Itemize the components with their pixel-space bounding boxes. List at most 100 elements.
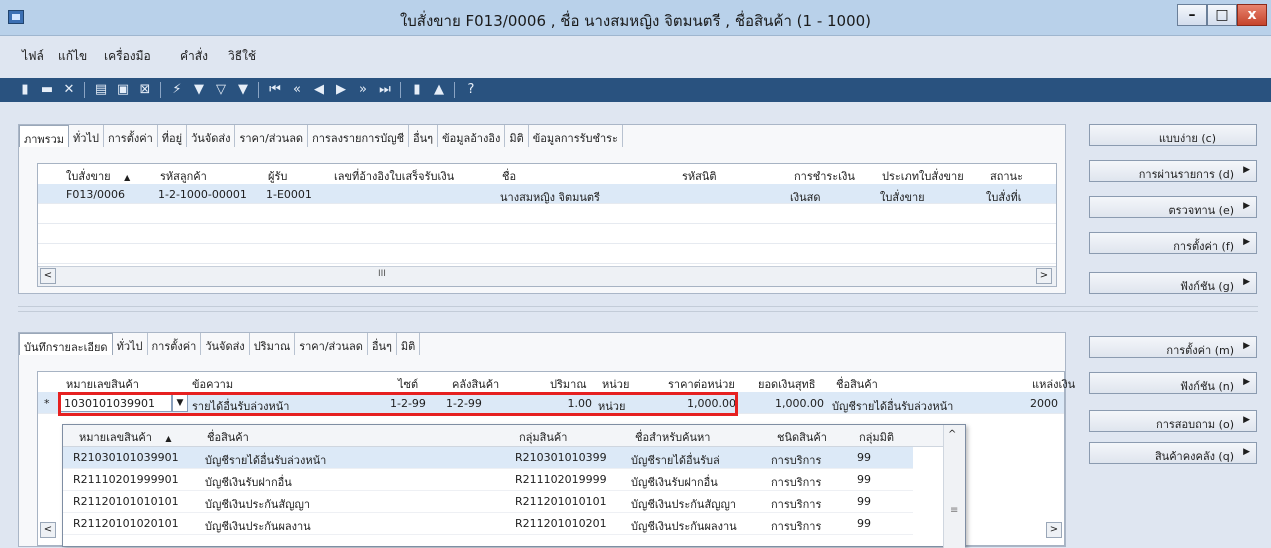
- setup-button[interactable]: การตั้งค่า (f) ▶: [1089, 232, 1257, 254]
- lookup-column-item-type[interactable]: ชนิดสินค้า: [773, 425, 827, 445]
- close-button[interactable]: x: [1237, 4, 1267, 26]
- scroll-thumb[interactable]: III: [378, 269, 386, 279]
- column-header-warehouse[interactable]: คลังสินค้า: [448, 372, 499, 392]
- tab-general[interactable]: ทั่วไป: [69, 125, 104, 147]
- prev-record-icon[interactable]: ◀: [312, 83, 326, 97]
- lookup-column-search-name[interactable]: ชื่อสำหรับค้นหา: [631, 425, 710, 445]
- column-header-item-name[interactable]: ชื่อสินค้า: [832, 372, 878, 392]
- column-header-sales-order[interactable]: ใบสั่งขาย ▲: [62, 164, 130, 184]
- line-function-button[interactable]: ฟังก์ชัน (n) ▶: [1089, 372, 1257, 394]
- lookup-column-dimension-group[interactable]: กลุ่มมิติ: [855, 425, 894, 445]
- column-header-order-type[interactable]: ประเภทใบสั่งขาย: [878, 164, 964, 184]
- column-header-recipient[interactable]: ผู้รับ: [264, 164, 287, 184]
- column-header-net-amount[interactable]: ยอดเงินสุทธิ: [754, 372, 816, 392]
- tab-reference[interactable]: ข้อมูลอ้างอิง: [438, 125, 506, 147]
- cell-net-amount[interactable]: 1,000.00: [748, 397, 824, 410]
- lookup-row[interactable]: R21110201999901 บัญชีเงินรับฝากอื่น R21110…: [63, 469, 913, 491]
- scroll-thumb-icon[interactable]: ≡: [950, 505, 958, 516]
- tab-line-general[interactable]: ทั่วไป: [113, 333, 148, 355]
- advanced-filter-icon[interactable]: ▽: [214, 83, 228, 97]
- column-header-site[interactable]: ไซต์: [394, 372, 418, 392]
- new-icon[interactable]: ▮: [18, 83, 32, 97]
- column-header-fund-source[interactable]: แหล่งเงิน: [1028, 372, 1075, 392]
- function-button[interactable]: ฟังก์ชัน (g) ▶: [1089, 272, 1257, 294]
- splitter[interactable]: [18, 306, 1258, 312]
- tab-line-price-discount[interactable]: ราคา/ส่วนลด: [295, 333, 368, 355]
- print-icon[interactable]: ▤: [94, 83, 108, 97]
- alert-icon[interactable]: ▲: [432, 83, 446, 97]
- tab-overview[interactable]: ภาพรวม: [19, 125, 70, 147]
- attachment-icon[interactable]: ▮: [410, 83, 424, 97]
- lookup-column-item-name[interactable]: ชื่อสินค้า: [203, 425, 249, 445]
- menu-help[interactable]: วิธีใช้: [228, 47, 256, 66]
- column-header-legal-id[interactable]: รหัสนิติ: [678, 164, 717, 184]
- menu-command[interactable]: คำสั่ง: [180, 47, 208, 66]
- lookup-column-item-number[interactable]: หมายเลขสินค้า ▲: [75, 425, 172, 445]
- tab-line-setup[interactable]: การตั้งค่า: [148, 333, 202, 355]
- column-header-quantity[interactable]: ปริมาณ: [546, 372, 587, 392]
- column-header-payment[interactable]: การชำระเงิน: [790, 164, 855, 184]
- cell-sales-order[interactable]: F013/0006: [66, 188, 125, 201]
- scroll-left-icon[interactable]: <: [40, 268, 56, 284]
- line-setup-button[interactable]: การตั้งค่า (m) ▶: [1089, 336, 1257, 358]
- column-header-customer-id[interactable]: รหัสลูกค้า: [156, 164, 207, 184]
- cell-fund-source[interactable]: 2000: [1030, 397, 1058, 410]
- next-record-icon[interactable]: ▶: [334, 83, 348, 97]
- last-record-icon[interactable]: ⏭: [378, 83, 392, 97]
- vertical-scrollbar[interactable]: ^ ≡: [943, 425, 965, 548]
- scroll-right-icon[interactable]: >: [1036, 268, 1052, 284]
- column-header-text[interactable]: ข้อความ: [188, 372, 233, 392]
- table-row[interactable]: F013/0006 1-2-1000-00001 1-E0001 นางสมหญ…: [38, 184, 1056, 204]
- table-row[interactable]: [38, 204, 1056, 224]
- line-inquiry-button[interactable]: การสอบถาม (o) ▶: [1089, 410, 1257, 432]
- lookup-row[interactable]: R21120101010101 บัญชีเงินประกันสัญญา R2112…: [63, 491, 913, 513]
- delete-icon[interactable]: ✕: [62, 83, 76, 97]
- table-row[interactable]: [38, 244, 1056, 264]
- column-header-item-number[interactable]: หมายเลขสินค้า: [62, 372, 139, 392]
- print-preview-icon[interactable]: ▣: [116, 83, 130, 97]
- tab-setup[interactable]: การตั้งค่า: [104, 125, 158, 147]
- tab-posting[interactable]: การลงรายการบัญชี: [308, 125, 410, 147]
- menu-tools[interactable]: เครื่องมือ: [104, 47, 151, 66]
- tab-line-delivery[interactable]: วันจัดส่ง: [201, 333, 250, 355]
- column-header-receipt-ref[interactable]: เลขที่อ้างอิงใบเสร็จรับเงิน: [330, 164, 454, 184]
- tab-line-quantity[interactable]: ปริมาณ: [250, 333, 296, 355]
- maximize-button[interactable]: □: [1207, 4, 1237, 26]
- scroll-right-icon[interactable]: >: [1046, 522, 1062, 538]
- tab-line-other[interactable]: อื่นๆ: [368, 333, 397, 355]
- tab-line-dimension[interactable]: มิติ: [397, 333, 421, 355]
- tab-other[interactable]: อื่นๆ: [409, 125, 439, 147]
- menu-file[interactable]: ไฟล์: [22, 47, 44, 66]
- filter-icon[interactable]: ⚡: [170, 83, 184, 97]
- column-header-unit-price[interactable]: ราคาต่อหน่วย: [664, 372, 735, 392]
- horizontal-scrollbar[interactable]: < III >: [38, 266, 1056, 286]
- scroll-up-icon[interactable]: ^: [948, 429, 956, 440]
- cell-recipient[interactable]: 1-E0001: [266, 188, 312, 201]
- lookup-row[interactable]: R21030101039901 บัญชีรายได้อื่นรับล่วงหน้…: [63, 447, 913, 469]
- remove-filter-icon[interactable]: ▼: [236, 83, 250, 97]
- column-header-status[interactable]: สถานะ: [986, 164, 1023, 184]
- tab-line-details[interactable]: บันทึกรายละเอียด: [19, 333, 113, 355]
- excel-icon[interactable]: ⊠: [138, 83, 152, 97]
- prev-page-icon[interactable]: «: [290, 83, 304, 97]
- menu-edit[interactable]: แก้ไข: [58, 47, 87, 66]
- tab-address[interactable]: ที่อยู่: [158, 125, 188, 147]
- column-header-unit[interactable]: หน่วย: [598, 372, 629, 392]
- simple-button[interactable]: แบบง่าย (c): [1089, 124, 1257, 146]
- tab-payment[interactable]: ข้อมูลการรับชำระ: [529, 125, 623, 147]
- scroll-left-icon[interactable]: <: [40, 522, 56, 538]
- cell-customer-id[interactable]: 1-2-1000-00001: [158, 188, 247, 201]
- help-icon[interactable]: ?: [464, 83, 478, 97]
- inventory-button[interactable]: สินค้าคงคลัง (q) ▶: [1089, 442, 1257, 464]
- lookup-column-item-group[interactable]: กลุ่มสินค้า: [515, 425, 567, 445]
- first-record-icon[interactable]: ⏮: [268, 83, 282, 97]
- review-button[interactable]: ตรวจทาน (e) ▶: [1089, 196, 1257, 218]
- tab-price-discount[interactable]: ราคา/ส่วนลด: [235, 125, 309, 147]
- posting-button[interactable]: การผ่านรายการ (d) ▶: [1089, 160, 1257, 182]
- cell-item-name[interactable]: บัญชีรายได้อื่นรับล่วงหน้า: [832, 397, 953, 415]
- lookup-row[interactable]: R21120101020101 บัญชีเงินประกันผลงาน R2112…: [63, 513, 913, 535]
- filter-by-selection-icon[interactable]: ▼: [192, 83, 206, 97]
- save-icon[interactable]: ▬: [40, 83, 54, 97]
- minimize-button[interactable]: –: [1177, 4, 1207, 26]
- next-page-icon[interactable]: »: [356, 83, 370, 97]
